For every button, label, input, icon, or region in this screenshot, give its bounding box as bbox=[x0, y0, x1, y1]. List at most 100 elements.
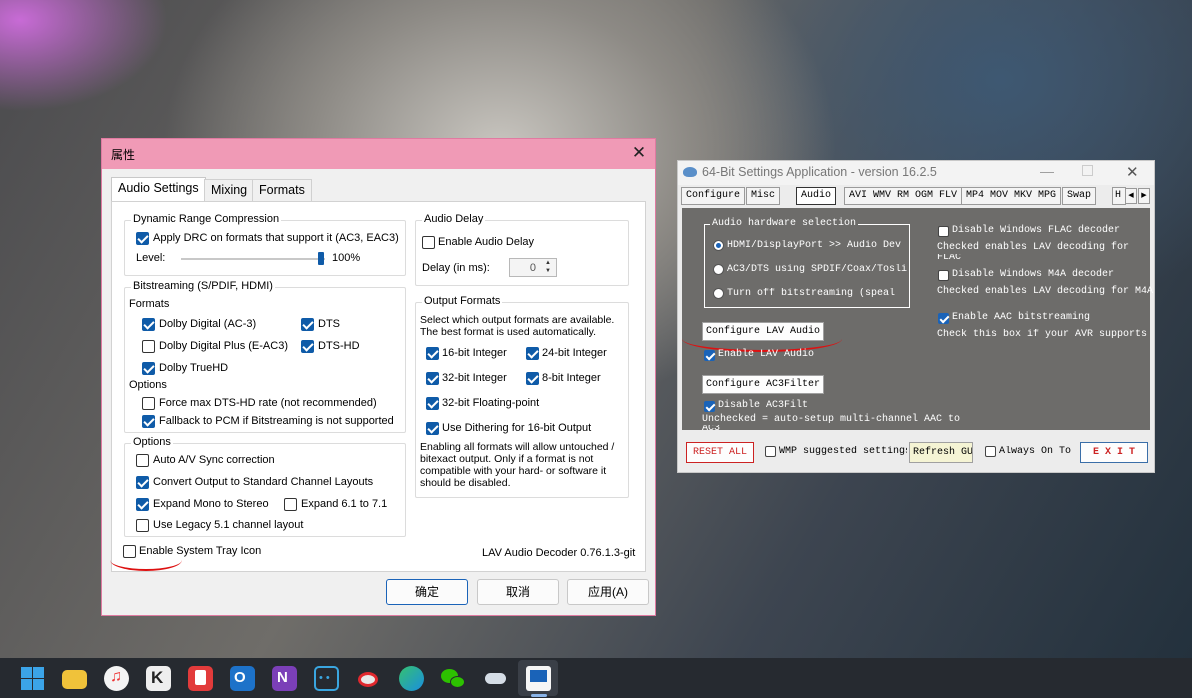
configure-ac3filter-button[interactable]: Configure AC3Filter bbox=[702, 375, 825, 394]
tab-misc[interactable]: Misc bbox=[746, 187, 781, 205]
enable-lav-audio-label: Enable LAV Audio bbox=[718, 349, 815, 360]
drc-level-slider[interactable] bbox=[181, 258, 325, 260]
force-dts-hd-checkbox[interactable] bbox=[142, 397, 155, 410]
dolby-truehd-checkbox[interactable] bbox=[142, 362, 155, 375]
wmp-settings-label: WMP suggested settings bbox=[779, 446, 907, 457]
32bit-float-checkbox[interactable] bbox=[426, 397, 439, 410]
dts-hd-checkbox[interactable] bbox=[301, 340, 314, 353]
weibo-icon[interactable] bbox=[356, 666, 381, 691]
fallback-pcm-checkbox[interactable] bbox=[142, 415, 155, 428]
32bit-checkbox[interactable] bbox=[426, 372, 439, 385]
8bit-checkbox[interactable] bbox=[526, 372, 539, 385]
onenote-icon[interactable]: N bbox=[272, 666, 297, 691]
enable-audio-delay-checkbox[interactable] bbox=[422, 236, 435, 249]
apply-drc-checkbox[interactable] bbox=[136, 232, 149, 245]
bitstream-off-radio[interactable] bbox=[713, 288, 724, 299]
edge-icon[interactable] bbox=[399, 666, 424, 691]
tab-configure[interactable]: Configure bbox=[681, 187, 746, 205]
app-titlebar[interactable]: 64-Bit Settings Application - version 16… bbox=[678, 161, 1154, 185]
output-formats-group: Output Formats Select which output forma… bbox=[415, 295, 629, 498]
k-app-icon[interactable]: K bbox=[146, 666, 171, 691]
file-explorer-icon[interactable] bbox=[62, 670, 87, 689]
cloud-app-icon[interactable] bbox=[483, 666, 508, 691]
m4a-note: Checked enables LAV decoding for M4A bbox=[937, 286, 1154, 297]
tab-scroll-left-icon[interactable]: ◀ bbox=[1125, 188, 1137, 204]
always-on-top-checkbox[interactable] bbox=[985, 446, 996, 457]
refresh-gui-button[interactable]: Refresh GUI bbox=[909, 442, 973, 463]
tab-formats[interactable]: Formats bbox=[252, 179, 312, 201]
disable-flac-label: Disable Windows FLAC decoder bbox=[952, 225, 1121, 236]
red-app-icon[interactable] bbox=[188, 666, 213, 691]
legacy-51-checkbox[interactable] bbox=[136, 519, 149, 532]
tab-avi-wmv[interactable]: AVI WMV RM OGM FLV bbox=[844, 187, 963, 205]
options-sublabel: Options bbox=[129, 379, 167, 391]
tab-swap[interactable]: Swap bbox=[1062, 187, 1097, 205]
audio-tab-panel: Audio hardware selection HDMI/DisplayPor… bbox=[682, 208, 1154, 430]
outlook-icon[interactable]: O bbox=[230, 666, 255, 691]
cancel-button[interactable]: 取消 bbox=[477, 579, 559, 605]
maximize-icon[interactable] bbox=[1082, 165, 1093, 176]
tab-audio[interactable]: Audio bbox=[796, 187, 837, 205]
wmp-settings-checkbox[interactable] bbox=[765, 446, 776, 457]
formats-sublabel: Formats bbox=[129, 298, 170, 310]
dolby-digital-plus-checkbox[interactable] bbox=[142, 340, 155, 353]
close-icon[interactable]: ✕ bbox=[629, 143, 649, 163]
options-group: Options Auto A/V Sync correction Convert… bbox=[124, 436, 406, 537]
tab-scroll-right-icon[interactable]: ▶ bbox=[1138, 188, 1150, 204]
disable-ac3filter-checkbox[interactable] bbox=[704, 401, 715, 412]
always-on-top-label: Always On Top bbox=[999, 446, 1071, 457]
music-icon[interactable]: ♫ bbox=[104, 666, 129, 691]
disable-m4a-checkbox[interactable] bbox=[938, 270, 949, 281]
drc-level-thumb[interactable] bbox=[318, 252, 324, 265]
lav-audio-properties-dialog: 属性 ✕ Audio Settings Mixing Formats Dynam… bbox=[101, 138, 656, 616]
16bit-checkbox[interactable] bbox=[426, 347, 439, 360]
ac3-note: Unchecked = auto-setup multi-channel AAC… bbox=[702, 414, 961, 425]
spdif-radio[interactable] bbox=[713, 264, 724, 275]
reset-all-button[interactable]: RESET ALL bbox=[686, 442, 754, 463]
windows-start-icon[interactable] bbox=[20, 666, 45, 691]
8bit-label: 8-bit Integer bbox=[542, 372, 601, 384]
apply-button[interactable]: 应用(A) bbox=[567, 579, 649, 605]
dolby-digital-checkbox[interactable] bbox=[142, 318, 155, 331]
auto-av-sync-checkbox[interactable] bbox=[136, 454, 149, 467]
disable-flac-checkbox[interactable] bbox=[938, 226, 949, 237]
16bit-label: 16-bit Integer bbox=[442, 347, 507, 359]
audio-settings-panel: Dynamic Range Compression Apply DRC on f… bbox=[111, 201, 646, 572]
disable-ac3filter-label: Disable AC3Filt bbox=[718, 400, 809, 411]
ok-button[interactable]: 确定 bbox=[386, 579, 468, 605]
tab-mixing[interactable]: Mixing bbox=[204, 179, 255, 201]
dts-checkbox[interactable] bbox=[301, 318, 314, 331]
app-title: 64-Bit Settings Application - version 16… bbox=[702, 165, 937, 179]
24bit-checkbox[interactable] bbox=[526, 347, 539, 360]
delay-input[interactable]: 0 ▲ ▼ bbox=[509, 258, 557, 277]
app-close-icon[interactable]: ✕ bbox=[1126, 163, 1139, 181]
expand-mono-checkbox[interactable] bbox=[136, 498, 149, 511]
dithering-checkbox[interactable] bbox=[426, 422, 439, 435]
dolby-truehd-label: Dolby TrueHD bbox=[159, 362, 229, 374]
tab-h[interactable]: H bbox=[1112, 187, 1126, 205]
enable-aac-bitstreaming-checkbox[interactable] bbox=[938, 313, 949, 324]
wechat-icon[interactable] bbox=[441, 666, 466, 691]
aac-note: Check this box if your AVR supports AA bbox=[937, 329, 1150, 340]
bitstreaming-group: Bitstreaming (S/PDIF, HDMI) Formats Dolb… bbox=[124, 280, 406, 433]
tab-mp4-mov[interactable]: MP4 MOV MKV MPG bbox=[961, 187, 1062, 205]
ac3-note-partial: AC3 bbox=[702, 425, 720, 430]
hdmi-radio[interactable] bbox=[713, 240, 724, 251]
bilibili-icon[interactable]: • • bbox=[314, 666, 339, 691]
output-formats-note: Enabling all formats will allow untouche… bbox=[420, 441, 615, 489]
convert-output-checkbox[interactable] bbox=[136, 476, 149, 489]
auto-av-sync-label: Auto A/V Sync correction bbox=[153, 454, 275, 466]
spin-down-icon[interactable]: ▼ bbox=[541, 267, 555, 276]
tab-audio-settings[interactable]: Audio Settings bbox=[111, 177, 206, 202]
enable-lav-audio-checkbox[interactable] bbox=[704, 350, 715, 361]
dolby-digital-plus-label: Dolby Digital Plus (E-AC3) bbox=[159, 340, 288, 352]
expand-61-checkbox[interactable] bbox=[284, 498, 297, 511]
red-annotation bbox=[110, 549, 182, 571]
exit-button[interactable]: E X I T bbox=[1080, 442, 1148, 463]
minimize-icon[interactable]: — bbox=[1040, 163, 1054, 179]
dialog-titlebar[interactable]: 属性 ✕ bbox=[102, 139, 655, 169]
settings-app-icon[interactable] bbox=[526, 666, 551, 691]
audio-delay-title: Audio Delay bbox=[422, 213, 486, 225]
spin-up-icon[interactable]: ▲ bbox=[541, 259, 555, 267]
flac-note-partial: FLAC bbox=[937, 254, 962, 260]
